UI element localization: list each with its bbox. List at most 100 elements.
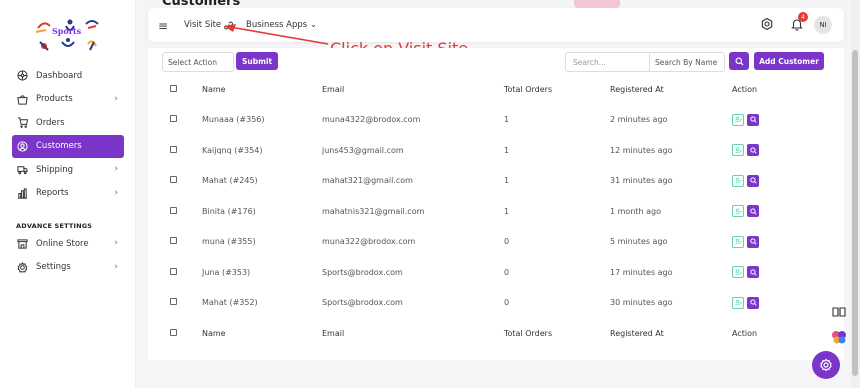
column-footer-total-orders: Total Orders: [504, 328, 553, 338]
edit-customer-button[interactable]: [732, 113, 744, 126]
search-input[interactable]: Search...: [565, 52, 649, 72]
row-checkbox[interactable]: [162, 257, 202, 288]
sidebar-item-orders[interactable]: Orders: [0, 111, 136, 135]
brain-icon[interactable]: [830, 328, 848, 346]
row-checkbox[interactable]: [162, 135, 202, 166]
row-actions: [732, 105, 832, 136]
table-row: Binita (#176) mahatnis321@gmail.com 1 1 mon…: [162, 196, 832, 227]
table-footer-row: Name Email Total Orders Registered At Ac…: [162, 318, 832, 349]
customer-total-orders: 1: [504, 115, 510, 125]
header-decoration: [574, 0, 620, 8]
customer-total-orders: 1: [504, 176, 510, 186]
checkbox-icon: [170, 328, 177, 336]
customer-name: muna (#355): [202, 237, 256, 247]
customer-registered-at: 12 minutes ago: [610, 145, 673, 155]
customer-email: muna4322@brodox.com: [322, 115, 421, 125]
sidebar-item-shipping[interactable]: Shipping ›: [0, 158, 136, 182]
table-header-row: Name Email Total Orders Registered At Ac…: [162, 74, 832, 105]
chevron-right-icon: ›: [114, 93, 118, 104]
customer-registered-at: 31 minutes ago: [610, 176, 673, 186]
edit-customer-button[interactable]: [732, 296, 744, 309]
section-title-advance-settings: ADVANCE SETTINGS: [16, 222, 93, 230]
user-edit-icon: [734, 116, 742, 123]
view-customer-button[interactable]: [747, 296, 759, 309]
book-icon[interactable]: [832, 305, 846, 319]
customer-name: Mahat (#352): [202, 298, 258, 308]
sidebar-nav-advanced: Online Store › Settings ›: [0, 232, 136, 279]
search-icon: [734, 56, 744, 66]
visit-site-label: Visit Site: [184, 20, 222, 30]
customers-card: Select Action Submit Search... Search By…: [148, 48, 844, 360]
shipping-icon: [16, 164, 28, 176]
view-customer-button[interactable]: [747, 205, 759, 218]
edit-customer-button[interactable]: [732, 235, 744, 248]
column-header-registered-at: Registered At: [610, 84, 664, 94]
sidebar-item-label: Shipping: [36, 164, 74, 175]
customer-registered-at: 1 month ago: [610, 206, 662, 216]
customer-name: Juna (#353): [202, 267, 251, 277]
view-customer-button[interactable]: [747, 235, 759, 248]
row-actions: [732, 227, 832, 258]
search-button[interactable]: [729, 52, 749, 70]
sidebar-item-reports[interactable]: Reports ›: [0, 182, 136, 206]
table-row: Kaijqnq (#354) juns453@gmail.com 1 12 minut…: [162, 135, 832, 166]
chevron-right-icon: ›: [114, 238, 118, 248]
logo-icon: [35, 19, 99, 51]
user-edit-icon: [734, 177, 742, 184]
store-icon: [16, 238, 28, 250]
checkbox-icon: [170, 176, 177, 184]
select-all-checkbox[interactable]: [162, 74, 202, 105]
sidebar-item-dashboard[interactable]: Dashboard: [0, 64, 136, 88]
row-checkbox[interactable]: [162, 166, 202, 197]
row-checkbox[interactable]: [162, 288, 202, 319]
customer-total-orders: 0: [504, 298, 510, 308]
view-customer-button[interactable]: [747, 266, 759, 279]
table-row: Munaaa (#356) muna4322@brodox.com 1 2 minut…: [162, 105, 832, 136]
sidebar-item-products[interactable]: Products ›: [0, 88, 136, 112]
search-by-dropdown[interactable]: Search By Name: [649, 52, 725, 72]
customer-registered-at: 17 minutes ago: [610, 267, 673, 277]
edit-customer-button[interactable]: [732, 205, 744, 218]
customer-registered-at: 30 minutes ago: [610, 298, 673, 308]
sidebar-item-settings[interactable]: Settings ›: [0, 256, 136, 280]
view-customer-button[interactable]: [747, 113, 759, 126]
select-action-dropdown[interactable]: Select Action: [162, 52, 234, 72]
view-customer-button[interactable]: [747, 144, 759, 157]
chevron-right-icon: ›: [114, 164, 118, 174]
menu-icon[interactable]: ≡: [158, 19, 168, 33]
floating-settings-button[interactable]: [812, 351, 840, 379]
row-actions: [732, 288, 832, 319]
customer-email: mahatnis321@gmail.com: [322, 206, 425, 216]
edit-customer-button[interactable]: [732, 144, 744, 157]
customer-registered-at: 5 minutes ago: [610, 237, 668, 247]
user-edit-icon: [734, 238, 742, 245]
row-checkbox[interactable]: [162, 227, 202, 258]
sidebar-item-online-store[interactable]: Online Store ›: [0, 232, 136, 256]
search-icon: [749, 269, 757, 276]
column-header-email: Email: [322, 84, 345, 94]
select-all-checkbox[interactable]: [162, 318, 202, 349]
gear-icon: [820, 358, 832, 372]
table-row: muna (#355) muna322@brodox.com 0 5 minutes …: [162, 227, 832, 258]
view-customer-button[interactable]: [747, 174, 759, 187]
user-edit-icon: [734, 147, 742, 154]
sidebar-item-label: Orders: [36, 117, 65, 128]
row-checkbox[interactable]: [162, 196, 202, 227]
annotation-arrow-icon: [224, 24, 329, 45]
sidebar-item-customers[interactable]: Customers: [12, 134, 124, 158]
edit-customer-button[interactable]: [732, 174, 744, 187]
add-customer-button[interactable]: Add Customer: [754, 52, 824, 70]
reports-icon: [16, 187, 28, 199]
row-checkbox[interactable]: [162, 105, 202, 136]
sidebar-nav: Dashboard Products › Orders Customers Sh…: [0, 64, 136, 205]
customer-name: Binita (#176): [202, 206, 256, 216]
avatar[interactable]: NI: [814, 16, 832, 34]
sidebar-item-label: Reports: [36, 188, 69, 199]
logo[interactable]: Sports: [30, 14, 110, 58]
edit-customer-button[interactable]: [732, 266, 744, 279]
column-footer-registered-at: Registered At: [610, 328, 664, 338]
scrollbar-thumb[interactable]: [852, 50, 858, 376]
header-settings-icon[interactable]: [760, 17, 774, 34]
submit-button[interactable]: Submit: [236, 52, 278, 70]
customer-name: Munaaa (#356): [202, 115, 265, 125]
